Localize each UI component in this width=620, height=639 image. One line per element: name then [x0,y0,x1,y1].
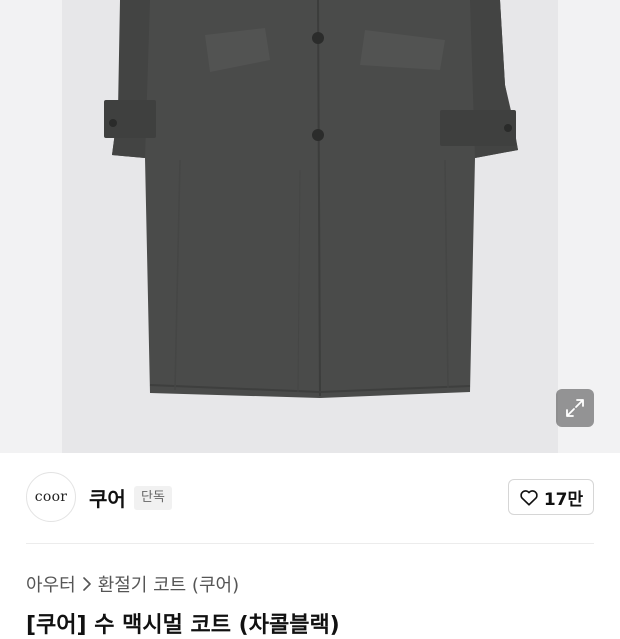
section-divider [26,543,594,544]
product-photo-coat [104,0,518,398]
expand-image-button[interactable] [556,389,594,427]
like-button[interactable]: 17만 [508,479,594,515]
breadcrumb: 아우터 환절기 코트 (쿠어) [26,571,239,597]
breadcrumb-item-outer[interactable]: 아우터 [26,571,76,597]
exclusive-badge: 단독 [134,486,172,510]
brand-logo-text: coor [34,489,68,505]
brand-logo[interactable]: coor [26,472,76,522]
like-count: 17만 [543,489,584,510]
chevron-right-icon [82,577,91,591]
expand-icon [566,399,584,417]
product-image-area[interactable] [0,0,620,453]
breadcrumb-item-category[interactable]: 환절기 코트 (쿠어) [98,571,239,597]
brand-name[interactable]: 쿠어 [89,483,126,512]
product-title: [쿠어] 수 맥시멀 코트 (차콜블랙) [26,613,340,638]
heart-icon [520,490,538,506]
